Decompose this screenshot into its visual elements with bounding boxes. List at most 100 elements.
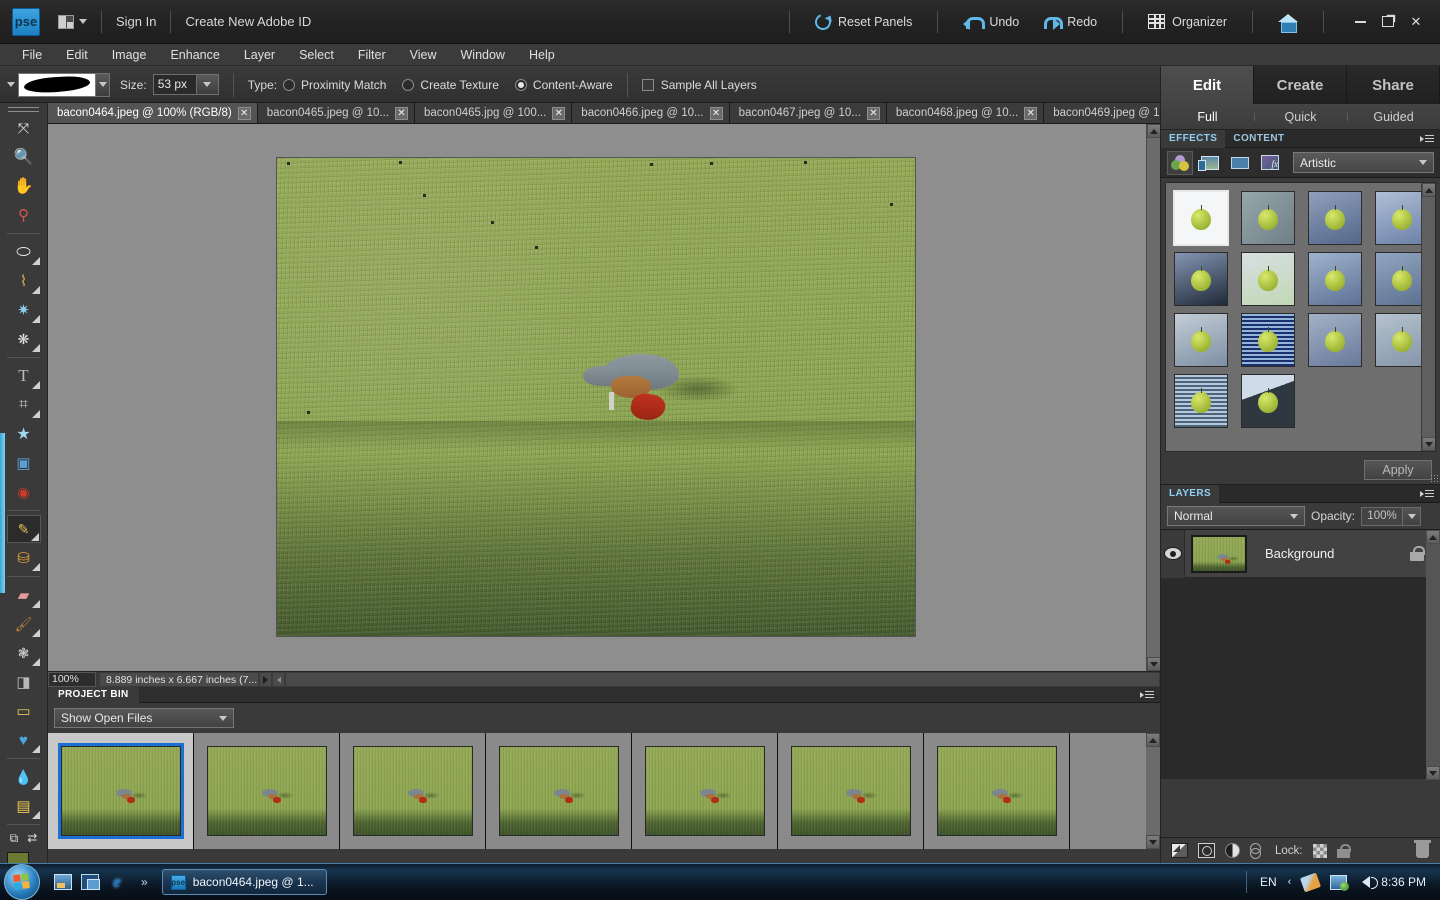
tool-sponge[interactable]: ▤ [7, 792, 41, 820]
start-orb[interactable] [4, 864, 40, 900]
restore-button[interactable] [1374, 9, 1402, 35]
brush-size-input[interactable]: 53 px [152, 74, 197, 95]
volume-icon[interactable] [1362, 876, 1379, 889]
clock[interactable]: 8:36 PM [1381, 875, 1426, 889]
close-button[interactable]: ✕ [1402, 9, 1430, 35]
panel-menu-icon[interactable] [1140, 690, 1154, 700]
effect-thumb-11[interactable] [1308, 313, 1362, 367]
scroll-up-button[interactable] [1147, 124, 1161, 138]
effects-category-dropdown[interactable]: Artistic [1293, 152, 1434, 173]
options-expand-button[interactable] [4, 82, 18, 87]
brush-preview[interactable] [18, 72, 96, 97]
effect-thumb-2[interactable] [1241, 191, 1295, 245]
tool-spot-healing-brush[interactable]: ✎ [6, 515, 41, 543]
close-icon[interactable]: ✕ [709, 106, 723, 120]
bin-item-bacon0469[interactable] [924, 733, 1070, 849]
tool-eyedropper[interactable]: ⚲ [7, 201, 41, 229]
scroll-down-button[interactable] [1422, 437, 1435, 451]
tool-smart-brush[interactable]: ❃ [7, 639, 41, 667]
tab-layers[interactable]: LAYERS [1161, 484, 1220, 503]
create-adobe-id-link[interactable]: Create New Adobe ID [185, 14, 311, 29]
scroll-down-button[interactable] [1146, 835, 1160, 849]
tool-marquee-select[interactable]: ⬭ [7, 238, 41, 266]
menu-edit[interactable]: Edit [54, 44, 100, 66]
close-icon[interactable]: ✕ [395, 106, 408, 120]
tab-create[interactable]: Create [1254, 66, 1347, 104]
redo-button[interactable]: Redo [1030, 14, 1108, 30]
tool-hand[interactable]: ✋ [7, 172, 41, 200]
show-all-effects-icon[interactable]: fx [1257, 151, 1283, 175]
radio-proximity-match[interactable]: Proximity Match [283, 78, 386, 92]
canvas-area[interactable] [48, 124, 1161, 671]
document-tab-bacon0465-jpg[interactable]: bacon0465.jpg @ 100... ✕ [415, 103, 573, 123]
adjustment-layer-icon[interactable] [1225, 843, 1240, 858]
tool-clone-stamp[interactable]: ⛁ [7, 544, 41, 572]
tool-magic-wand[interactable]: ✷ [7, 296, 41, 324]
swap-colors-icon[interactable]: ⇄ [27, 831, 37, 846]
tab-effects[interactable]: EFFECTS [1161, 129, 1226, 148]
sign-in-link[interactable]: Sign In [116, 14, 156, 29]
tool-cookie-cutter[interactable]: ★ [7, 420, 41, 448]
tool-blur[interactable]: 💧 [7, 763, 41, 791]
bin-item-bacon0468[interactable] [778, 733, 924, 849]
internet-explorer-icon[interactable]: e [108, 873, 126, 890]
filters-icon[interactable] [1167, 150, 1193, 175]
layer-row-background[interactable]: Background [1161, 529, 1440, 578]
bin-item-bacon0465[interactable] [194, 733, 340, 849]
effect-thumb-3[interactable] [1308, 191, 1362, 245]
welcome-home-button[interactable] [1267, 13, 1309, 33]
show-desktop-icon[interactable] [54, 874, 72, 890]
document-tab-bacon0464[interactable]: bacon0464.jpeg @ 100% (RGB/8) ✕ [48, 103, 258, 123]
tab-guided[interactable]: Guided [1347, 110, 1440, 124]
tool-zoom[interactable]: 🔍 [7, 143, 41, 171]
opacity-input[interactable]: 100% [1361, 506, 1404, 526]
project-bin-filter-dropdown[interactable]: Show Open Files [54, 708, 234, 728]
minimize-button[interactable] [1346, 9, 1374, 35]
close-icon[interactable]: ✕ [1024, 106, 1038, 120]
input-tools-icon[interactable] [1300, 872, 1322, 892]
menu-layer[interactable]: Layer [232, 44, 287, 66]
panel-menu-icon[interactable] [1420, 489, 1434, 499]
tool-paint-bucket[interactable]: ◨ [7, 668, 41, 696]
brush-picker-dropdown[interactable] [96, 72, 110, 97]
status-info-menu-button[interactable] [259, 672, 272, 687]
document-image[interactable] [276, 157, 916, 637]
apply-button[interactable]: Apply [1364, 460, 1432, 480]
photo-effects-icon[interactable] [1227, 151, 1253, 175]
lock-transparent-pixels-icon[interactable] [1312, 843, 1327, 858]
effect-thumb-6[interactable] [1241, 252, 1295, 306]
menu-view[interactable]: View [398, 44, 449, 66]
bin-item-bacon0467[interactable] [632, 733, 778, 849]
brush-size-stepper[interactable] [196, 74, 219, 95]
scroll-up-button[interactable] [1146, 733, 1160, 747]
project-bin-scrollbar[interactable] [1146, 733, 1160, 849]
scroll-up-button[interactable] [1422, 183, 1435, 197]
zoom-level-input[interactable]: 100% [48, 672, 96, 687]
tool-shape[interactable]: ♥ [7, 726, 41, 754]
effects-scrollbar[interactable] [1421, 183, 1435, 451]
undo-button[interactable]: Undo [952, 14, 1030, 30]
new-layer-icon[interactable] [1171, 843, 1188, 858]
effect-thumb-1[interactable] [1173, 190, 1229, 246]
canvas-vertical-scrollbar[interactable] [1146, 124, 1161, 671]
effect-thumb-9[interactable] [1174, 313, 1228, 367]
panel-menu-icon[interactable] [1420, 134, 1434, 144]
tab-share[interactable]: Share [1347, 66, 1440, 104]
overflow-icon[interactable]: » [141, 875, 148, 889]
document-tab-bacon0469[interactable]: bacon0469.jpeg @ 10... ✕ [1044, 103, 1160, 123]
tool-gradient[interactable]: ▭ [7, 697, 41, 725]
tool-crop[interactable]: ⌗ [7, 391, 41, 419]
document-tab-bacon0465[interactable]: bacon0465.jpeg @ 10... ✕ [257, 103, 415, 123]
scroll-down-button[interactable] [1426, 766, 1440, 780]
effect-thumb-10[interactable] [1241, 313, 1295, 367]
add-layer-mask-icon[interactable] [1198, 843, 1215, 858]
network-icon[interactable] [1330, 874, 1350, 891]
effect-thumb-13[interactable] [1174, 374, 1228, 428]
close-icon[interactable]: ✕ [237, 106, 251, 120]
tool-quick-selection[interactable]: ❋ [7, 325, 41, 353]
effect-thumb-14[interactable] [1241, 374, 1295, 428]
tab-content[interactable]: CONTENT [1225, 130, 1292, 148]
default-colors-icon[interactable]: ⧉ [10, 831, 19, 846]
status-prev-button[interactable] [272, 672, 285, 687]
tool-move[interactable]: ⤧ [7, 114, 41, 142]
